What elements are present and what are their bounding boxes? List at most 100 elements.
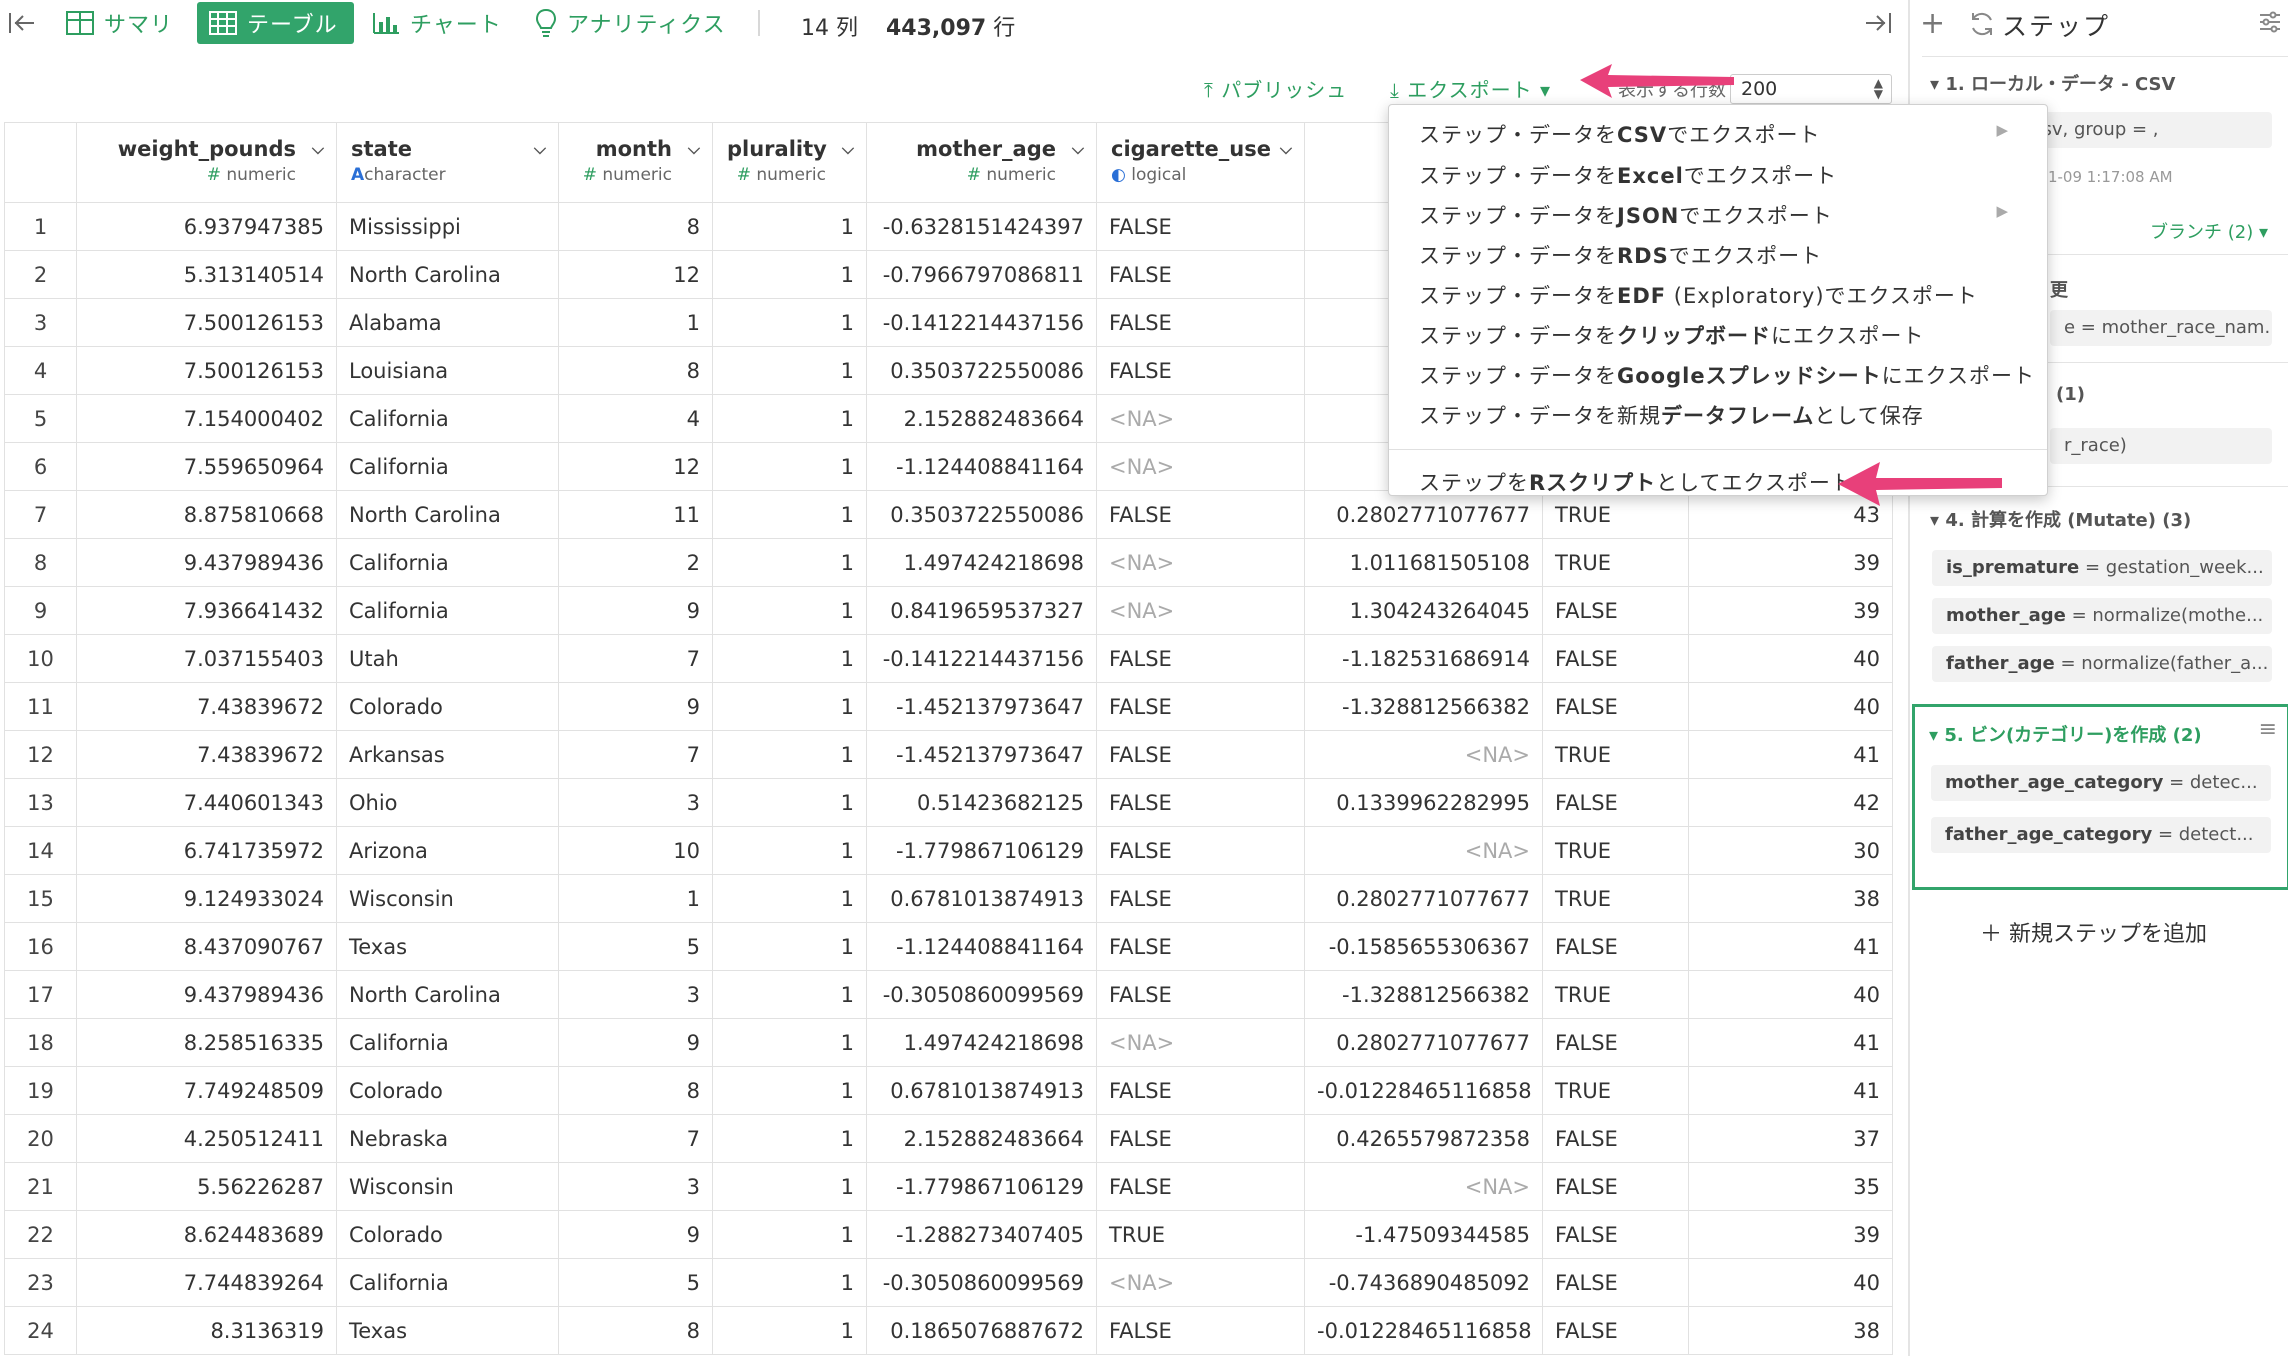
table-cell: 1	[712, 1114, 867, 1163]
table-cell: 2	[558, 538, 713, 587]
table-cell: -1.779867106129	[866, 1162, 1097, 1211]
table-row: 19 7.749248509 Colorado 8 1 0.6781013874913 FA…	[4, 1066, 1893, 1115]
column-type: # numeric	[91, 165, 296, 185]
menu-item-export-json[interactable]: ステップ・データをJSONでエクスポート ▶	[1419, 200, 2023, 230]
table-row: 11 7.43839672 Colorado 9 1 -1.452137973647 FAL…	[4, 682, 1893, 731]
publish-button[interactable]: ⤒ パブリッシュ	[1204, 74, 1347, 103]
table-cell: FALSE	[1096, 874, 1305, 923]
menu-item-export-csv[interactable]: ステップ・データをCSVでエクスポート ▶	[1419, 119, 2023, 149]
chevron-down-icon[interactable]: ⌵	[312, 139, 324, 159]
menu-item-save-dataframe[interactable]: ステップ・データを新規データフレームとして保存	[1419, 400, 1924, 430]
table-cell: 1	[712, 778, 867, 827]
table-cell: FALSE	[1542, 1306, 1689, 1355]
collapse-left-icon[interactable]	[6, 8, 38, 38]
step-3-title[interactable]: (1)	[2056, 384, 2085, 405]
table-cell: 8.258516335	[76, 1018, 337, 1067]
step-3-chip[interactable]: r_race)	[2050, 428, 2272, 464]
table-row: 24 8.3136319 Texas 8 1 0.1865076887672 FALSE -0…	[4, 1306, 1893, 1355]
step-2-title[interactable]: 更	[2050, 276, 2068, 302]
row-index: 20	[4, 1114, 77, 1163]
tab-summary[interactable]: サマリ	[66, 3, 182, 43]
chevron-down-icon[interactable]: ⌵	[534, 139, 546, 159]
table-cell: 1	[712, 538, 867, 587]
branch-label: ブランチ (2)	[2150, 222, 2254, 243]
table-cell: 8.875810668	[76, 490, 337, 539]
tab-analytics[interactable]: アナリティクス	[535, 3, 735, 43]
table-row: 23 7.744839264 California 5 1 -0.305086009956…	[4, 1258, 1893, 1307]
table-cell: FALSE	[1096, 250, 1305, 299]
branch-link[interactable]: ブランチ (2) ▾	[2150, 218, 2268, 244]
step-5-title[interactable]: ▾ 5. ビン(カテゴリー)を作成 (2)	[1929, 721, 2202, 747]
column-header[interactable]: weight_pounds ⌵ # numeric	[76, 122, 337, 203]
menu-item-export-clipboard[interactable]: ステップ・データをクリップボードにエクスポート	[1419, 320, 1924, 350]
menu-text-bold: クリップボード	[1617, 324, 1771, 348]
settings-sliders-icon[interactable]	[2258, 10, 2284, 36]
numeric-type-icon: #	[206, 165, 227, 185]
table-cell: 1	[712, 1210, 867, 1259]
export-button[interactable]: ⤓ エクスポート ▾	[1390, 74, 1551, 103]
table-cell: 5.56226287	[76, 1162, 337, 1211]
table-cell: -0.3050860099569	[866, 1258, 1097, 1307]
export-menu: ステップ・データをCSVでエクスポート ▶ ステップ・データをExcelでエクスポ…	[1388, 104, 2048, 496]
column-name: state	[351, 137, 412, 161]
add-step-button[interactable]: ＋ 新規ステップを追加	[1980, 916, 2207, 948]
table-cell: 1	[712, 394, 867, 443]
chevron-down-icon[interactable]: ⌵	[1072, 139, 1084, 159]
table-cell: 4	[558, 394, 713, 443]
step-4-chip[interactable]: is_premature = gestation_week...	[1932, 550, 2272, 586]
table-cell: FALSE	[1542, 1210, 1689, 1259]
column-header[interactable]: cigarette_use ⌵ ◐ logical	[1096, 122, 1305, 203]
menu-icon[interactable]: ≡	[2259, 717, 2277, 742]
column-header[interactable]: plurality ⌵ # numeric	[712, 122, 867, 203]
table-cell: 39	[1688, 586, 1893, 635]
steps-header: + ステップ	[1910, 0, 2288, 46]
chip-expression: = gestation_week...	[2079, 557, 2264, 578]
column-type-label: numeric	[602, 165, 672, 185]
chevron-down-icon[interactable]: ⌵	[842, 139, 854, 159]
character-type-icon: A	[351, 165, 365, 185]
menu-item-export-edf[interactable]: ステップ・データをEDF (Exploratory)でエクスポート	[1419, 280, 1978, 310]
menu-item-export-rds[interactable]: ステップ・データをRDSでエクスポート	[1419, 240, 1822, 270]
chevron-down-icon[interactable]: ⌵	[1280, 139, 1292, 159]
column-header[interactable]: mother_age ⌵ # numeric	[866, 122, 1097, 203]
table-cell: North Carolina	[336, 490, 559, 539]
step-5-chip[interactable]: father_age_category = detect...	[1931, 817, 2271, 853]
menu-item-export-r-script[interactable]: ステップをRスクリプトとしてエクスポート	[1419, 467, 1853, 497]
step-2-chip[interactable]: e = mother_race_nam...	[2050, 310, 2272, 346]
column-type-label: logical	[1131, 165, 1187, 185]
table-cell: 0.8419659537327	[866, 586, 1097, 635]
caret-down-icon: ▾	[1930, 74, 1946, 95]
collapse-right-icon[interactable]	[1862, 8, 1894, 38]
step-5-chip[interactable]: mother_age_category = detec...	[1931, 765, 2271, 801]
menu-text: でエクスポート	[1679, 204, 1833, 228]
table-cell: FALSE	[1096, 1066, 1305, 1115]
menu-item-export-google-sheets[interactable]: ステップ・データをGoogleスプレッドシートにエクスポート	[1419, 360, 2035, 390]
tab-table[interactable]: テーブル	[197, 2, 354, 44]
steps-title: ステップ	[2002, 12, 2111, 41]
plus-icon[interactable]: +	[1920, 6, 1945, 41]
rows-select[interactable]: 200 ▲ ▼	[1730, 74, 1892, 104]
table-cell: 0.6781013874913	[866, 874, 1097, 923]
menu-item-export-excel[interactable]: ステップ・データをExcelでエクスポート	[1419, 160, 1837, 190]
column-header[interactable]: state ⌵ Acharacter	[336, 122, 559, 203]
table-cell: 7.500126153	[76, 346, 337, 395]
column-count: 14 列	[801, 16, 858, 41]
table-cell: 8.437090767	[76, 922, 337, 971]
table-row: 7 8.875810668 North Carolina 11 1 0.350372255…	[4, 490, 1893, 539]
refresh-icon[interactable]	[1968, 10, 1998, 40]
step-1-title[interactable]: ▾ 1. ローカル・データ - CSV	[1930, 70, 2175, 96]
menu-text: (Exploratory)でエクスポート	[1666, 284, 1978, 308]
table-cell: TRUE	[1542, 970, 1689, 1019]
table-cell: -1.182531686914	[1304, 634, 1543, 683]
table-cell: 9	[558, 1210, 713, 1259]
step-5-active[interactable]: ▾ 5. ビン(カテゴリー)を作成 (2) ≡ mother_age_categ…	[1912, 704, 2288, 890]
column-name: cigarette_use	[1111, 137, 1271, 161]
column-header[interactable]: month ⌵ # numeric	[558, 122, 713, 203]
table-cell: -1.47509344585	[1304, 1210, 1543, 1259]
tab-chart[interactable]: チャート	[372, 3, 512, 43]
chip-column: mother_age	[1946, 605, 2066, 626]
chevron-down-icon[interactable]: ⌵	[688, 139, 700, 159]
table-cell: 9.124933024	[76, 874, 337, 923]
step-4-chip[interactable]: mother_age = normalize(mothe...	[1932, 598, 2272, 634]
step-4-chip[interactable]: father_age = normalize(father_a...	[1932, 646, 2272, 682]
